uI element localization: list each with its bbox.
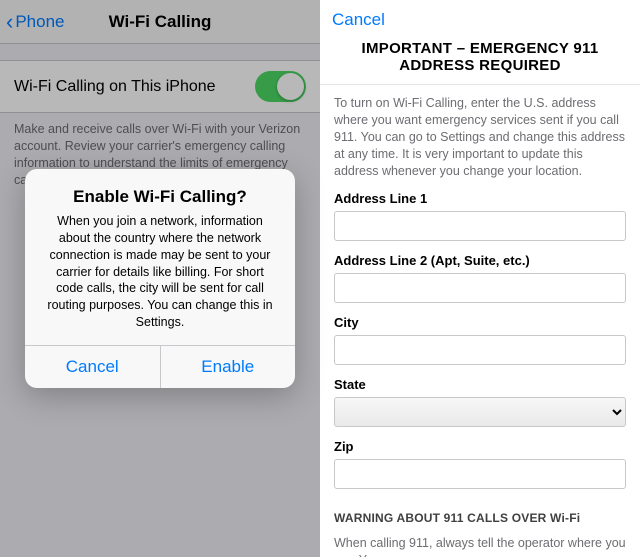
alert-message: When you join a network, information abo…: [41, 213, 279, 331]
alert-buttons: Cancel Enable: [25, 345, 295, 388]
city-field: City: [322, 311, 638, 373]
warning-body: When calling 911, always tell the operat…: [322, 531, 638, 557]
state-select[interactable]: [334, 397, 626, 427]
emergency-heading: IMPORTANT – EMERGENCY 911 ADDRESS REQUIR…: [320, 36, 640, 85]
address-line-1-field: Address Line 1: [322, 187, 638, 249]
enable-wifi-calling-alert: Enable Wi-Fi Calling? When you join a ne…: [25, 169, 295, 388]
zip-field: Zip: [322, 435, 638, 497]
address-line-2-label: Address Line 2 (Apt, Suite, etc.): [334, 253, 626, 268]
screenshot-container: ‹ Phone Wi-Fi Calling Wi-Fi Calling on T…: [0, 0, 640, 557]
alert-enable-button[interactable]: Enable: [160, 346, 296, 388]
right-nav-bar: Cancel: [320, 0, 640, 36]
state-label: State: [334, 377, 626, 392]
address-line-2-field: Address Line 2 (Apt, Suite, etc.): [322, 249, 638, 311]
city-input[interactable]: [334, 335, 626, 365]
cancel-button[interactable]: Cancel: [332, 10, 385, 29]
address-line-1-input[interactable]: [334, 211, 626, 241]
zip-label: Zip: [334, 439, 626, 454]
zip-input[interactable]: [334, 459, 626, 489]
warning-heading: WARNING ABOUT 911 CALLS OVER Wi-Fi: [322, 497, 638, 531]
address-line-2-input[interactable]: [334, 273, 626, 303]
form-scroll-area[interactable]: To turn on Wi-Fi Calling, enter the U.S.…: [320, 85, 640, 557]
right-phone-screen: Cancel IMPORTANT – EMERGENCY 911 ADDRESS…: [320, 0, 640, 557]
left-phone-screen: ‹ Phone Wi-Fi Calling Wi-Fi Calling on T…: [0, 0, 320, 557]
city-label: City: [334, 315, 626, 330]
alert-cancel-button[interactable]: Cancel: [25, 346, 160, 388]
modal-backdrop: Enable Wi-Fi Calling? When you join a ne…: [0, 0, 320, 557]
state-field: State: [322, 373, 638, 435]
alert-body: Enable Wi-Fi Calling? When you join a ne…: [25, 169, 295, 345]
alert-title: Enable Wi-Fi Calling?: [41, 187, 279, 207]
address-line-1-label: Address Line 1: [334, 191, 626, 206]
intro-text: To turn on Wi-Fi Calling, enter the U.S.…: [322, 85, 638, 187]
